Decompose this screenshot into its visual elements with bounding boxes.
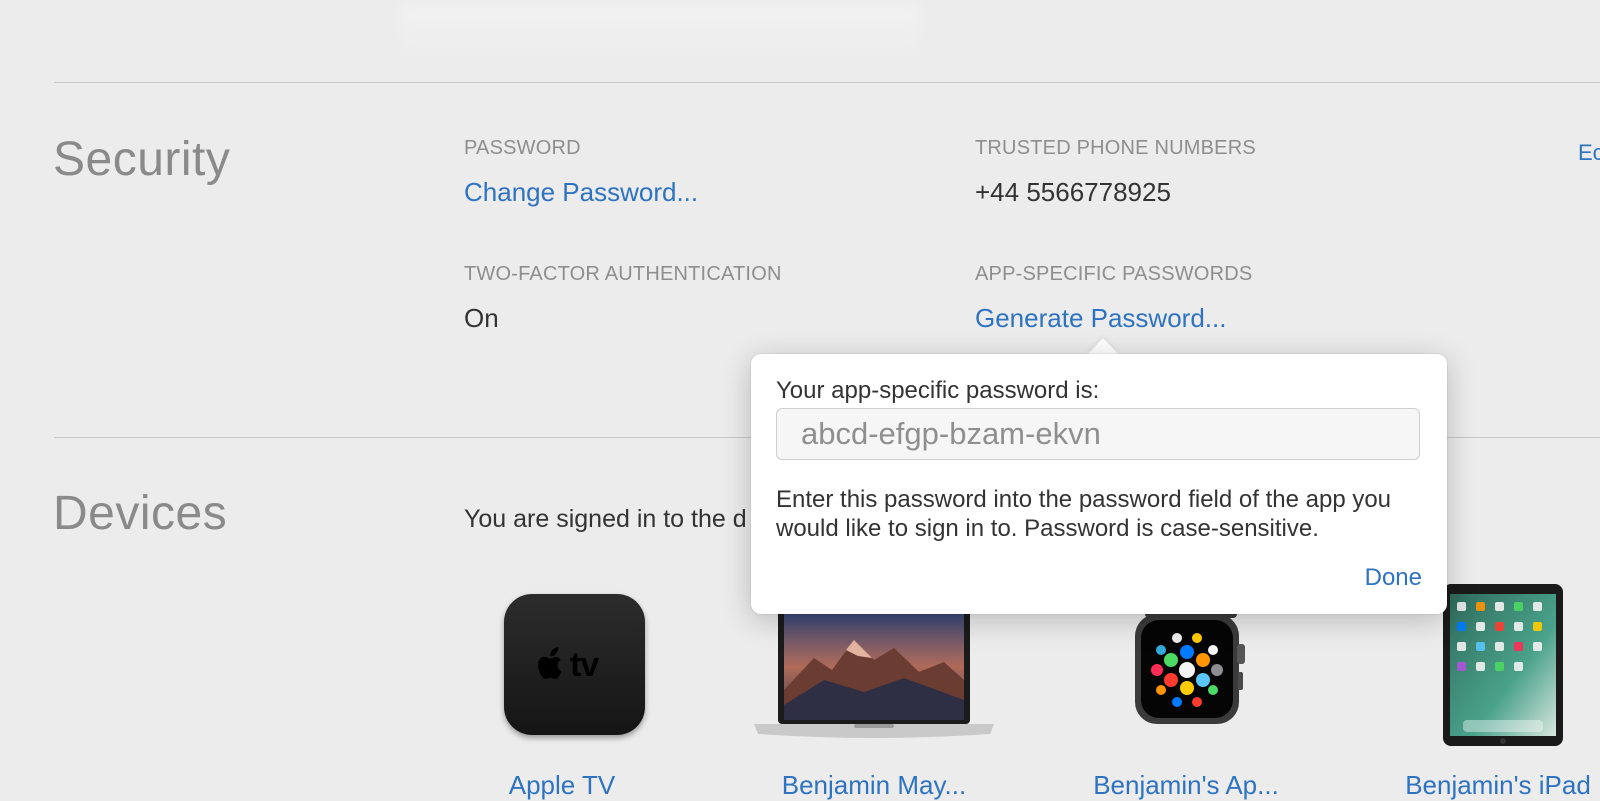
macbook-icon [754, 610, 994, 738]
trusted-phone-value: +44 5566778925 [975, 177, 1171, 207]
app-password-popover: Your app-specific password is: Enter thi… [751, 354, 1447, 614]
device-name[interactable]: Apple TV [437, 770, 687, 801]
security-section-title: Security [53, 133, 231, 186]
apple-tv-icon: tv [504, 594, 645, 735]
device-name[interactable]: Benjamin May... [749, 770, 999, 801]
done-button[interactable]: Done [1365, 564, 1422, 592]
app-password-field[interactable] [776, 408, 1420, 460]
password-label: PASSWORD [464, 137, 581, 159]
device-name[interactable]: Benjamin's iPad [1373, 770, 1600, 801]
devices-intro-text: You are signed in to the d [464, 505, 747, 533]
apple-watch-icon [1135, 608, 1245, 724]
change-password-link[interactable]: Change Password... [464, 177, 698, 208]
edit-link[interactable]: Ec [1578, 140, 1600, 166]
device-name[interactable]: Benjamin's Ap... [1061, 770, 1311, 801]
popover-description: Enter this password into the password fi… [776, 486, 1392, 542]
app-specific-label: APP-SPECIFIC PASSWORDS [975, 263, 1253, 285]
popover-label: Your app-specific password is: [776, 377, 1100, 404]
ipad-icon [1443, 584, 1563, 746]
two-factor-value: On [464, 303, 499, 333]
apple-tv-logo: tv [537, 646, 600, 684]
svg-text:tv: tv [570, 646, 599, 682]
popover-arrow [1087, 338, 1119, 355]
devices-section-title: Devices [53, 487, 228, 540]
divider [54, 82, 1600, 83]
trusted-phone-label: TRUSTED PHONE NUMBERS [975, 137, 1256, 159]
faded-header-area [400, 4, 920, 64]
generate-password-link[interactable]: Generate Password... [975, 303, 1226, 334]
two-factor-label: TWO-FACTOR AUTHENTICATION [464, 263, 782, 285]
